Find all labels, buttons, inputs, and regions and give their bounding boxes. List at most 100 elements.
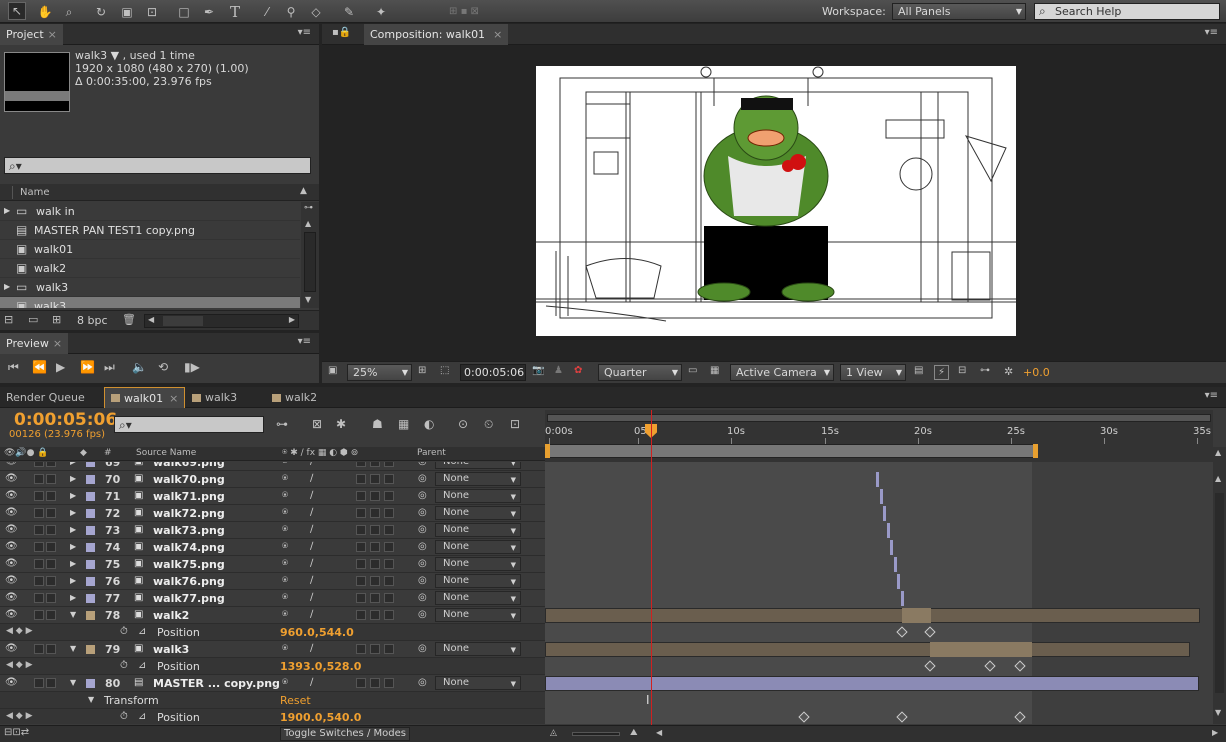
layer-duration-bar[interactable]: [545, 608, 1200, 623]
shy-switch-icon[interactable]: ⍟: [282, 541, 288, 552]
twirl-closed-icon[interactable]: ▶: [70, 593, 76, 602]
toggle-switches-modes-button[interactable]: Toggle Switches / Modes: [280, 727, 410, 741]
live-update-icon[interactable]: ⊠: [312, 418, 322, 430]
layer-duration-bar[interactable]: [890, 540, 893, 555]
layer-row[interactable]: 👁 ▶ 73 ▣ walk73.png ⍟ ∕ ◎ None: [0, 522, 545, 539]
layer-row[interactable]: 👁 ▶ 76 ▣ walk76.png ⍟ ∕ ◎ None: [0, 573, 545, 590]
lock-switch[interactable]: [46, 644, 56, 654]
layer-name[interactable]: walk70.png: [153, 473, 225, 486]
lock-switch[interactable]: [46, 474, 56, 484]
quality-switch-icon[interactable]: ∕: [310, 473, 313, 484]
column-source-name[interactable]: Source Name: [136, 448, 196, 458]
mask-visibility-icon[interactable]: ⬚: [440, 366, 449, 376]
project-item[interactable]: ▣ walk2: [0, 259, 300, 278]
scroll-left-icon[interactable]: ◀: [148, 316, 154, 324]
effect-switch[interactable]: [356, 559, 366, 569]
region-of-interest-icon[interactable]: ▭: [688, 366, 697, 376]
eye-icon[interactable]: 👁: [5, 643, 18, 654]
lock-switch[interactable]: [46, 491, 56, 501]
frame-blend-switch[interactable]: [370, 542, 380, 552]
lock-switch[interactable]: [46, 678, 56, 688]
parent-dropdown[interactable]: None: [435, 642, 521, 656]
trash-icon[interactable]: 🗑: [122, 314, 136, 325]
lock-switch[interactable]: [46, 593, 56, 603]
quality-switch-icon[interactable]: ∕: [310, 507, 313, 518]
quality-switch-icon[interactable]: ∕: [310, 677, 313, 688]
always-preview-icon[interactable]: ▣: [328, 366, 337, 376]
label-color-swatch[interactable]: [86, 462, 95, 467]
motion-blur-switch[interactable]: [384, 508, 394, 518]
property-value[interactable]: 960.0,544.0: [280, 626, 354, 639]
timeline-icon[interactable]: ⊟: [958, 366, 966, 376]
parent-dropdown[interactable]: None: [435, 489, 521, 503]
shy-switch-icon[interactable]: ⍟: [282, 575, 288, 586]
label-color-swatch[interactable]: [86, 679, 95, 688]
label-color-swatch[interactable]: [86, 577, 95, 586]
layer-duration-bar[interactable]: [879, 489, 883, 504]
quality-switch-icon[interactable]: ∕: [310, 592, 313, 603]
shy-switch-icon[interactable]: ⍟: [282, 507, 288, 518]
rotation-tool-icon[interactable]: ↻: [92, 3, 110, 21]
layer-duration-bar[interactable]: [545, 676, 1199, 691]
property-row[interactable]: ◀ ◆ ▶ ⏱ ⊿ Position 1393.0,528.0: [0, 658, 545, 675]
column-parent[interactable]: Parent: [417, 448, 446, 458]
project-hscrollbar[interactable]: ◀ ▶: [144, 314, 299, 328]
shy-switch-icon[interactable]: ⍟: [282, 473, 288, 484]
twirl-closed-icon[interactable]: ▶: [70, 559, 76, 568]
next-frame-icon[interactable]: ⏩: [80, 361, 95, 373]
scroll-up-icon[interactable]: ▲: [1215, 449, 1221, 457]
panel-menu-icon[interactable]: ▾≡: [298, 337, 311, 347]
previous-frame-icon[interactable]: ⏪: [32, 361, 47, 373]
property-value[interactable]: 1393.0,528.0: [280, 660, 361, 673]
frame-blending-icon[interactable]: ▦: [398, 418, 409, 430]
lock-switch[interactable]: [46, 542, 56, 552]
layer-row[interactable]: 👁 ▶ 77 ▣ walk77.png ⍟ ∕ ◎ None: [0, 590, 545, 607]
layer-selected-segment[interactable]: [902, 608, 931, 623]
camera-tool-icon[interactable]: ▣: [118, 3, 136, 21]
parent-dropdown[interactable]: None: [435, 574, 521, 588]
view-layout-dropdown[interactable]: 1 View ▼: [840, 364, 906, 381]
solo-switch[interactable]: [34, 525, 44, 535]
effect-switch[interactable]: [356, 491, 366, 501]
playhead-line[interactable]: [651, 410, 652, 728]
scroll-left-icon[interactable]: ◀: [656, 729, 662, 737]
column-name[interactable]: Name: [20, 187, 50, 198]
label-color-swatch[interactable]: [86, 509, 95, 518]
close-icon[interactable]: ×: [48, 28, 57, 41]
quality-switch-icon[interactable]: ∕: [310, 462, 313, 467]
toggle-pixel-aspect-icon[interactable]: ▤: [914, 366, 923, 376]
frame-blend-switch[interactable]: [370, 491, 380, 501]
shy-switch-icon[interactable]: ⍟: [282, 592, 288, 603]
pickwhip-icon[interactable]: ◎: [418, 524, 427, 535]
shy-switch-icon[interactable]: ⍟: [282, 490, 288, 501]
layer-row[interactable]: 👁 ▶ 75 ▣ walk75.png ⍟ ∕ ◎ None: [0, 556, 545, 573]
interpret-footage-icon[interactable]: ⊟: [4, 314, 13, 325]
layer-row[interactable]: 👁 ▶ 74 ▣ walk74.png ⍟ ∕ ◎ None: [0, 539, 545, 556]
panel-menu-icon[interactable]: ▾≡: [298, 28, 311, 38]
project-item[interactable]: ▶ ▭ walk3: [0, 278, 300, 297]
eye-icon[interactable]: 👁: [5, 462, 18, 467]
lock-icon[interactable]: ▪🔒: [332, 28, 351, 38]
project-item[interactable]: ▣ walk3: [0, 297, 300, 308]
stopwatch-icon[interactable]: ⏱: [120, 626, 128, 637]
effect-switch[interactable]: [356, 678, 366, 688]
motion-blur-switch[interactable]: [384, 644, 394, 654]
scroll-up-icon[interactable]: ▲: [305, 220, 311, 228]
label-color-swatch[interactable]: [86, 560, 95, 569]
tab-walk3[interactable]: walk3: [186, 387, 243, 408]
parent-dropdown[interactable]: None: [435, 557, 521, 571]
expand-triangle-icon[interactable]: ▶: [4, 206, 10, 215]
expand-triangle-icon[interactable]: ▶: [4, 282, 10, 291]
quality-switch-icon[interactable]: ∕: [310, 490, 313, 501]
property-row[interactable]: ◀ ◆ ▶ ⏱ ⊿ Position 1900.0,540.0: [0, 709, 545, 724]
motion-blur-switch[interactable]: [384, 491, 394, 501]
pickwhip-icon[interactable]: ◎: [418, 677, 427, 688]
parent-dropdown[interactable]: None: [435, 506, 521, 520]
brush-tool-icon[interactable]: ⁄: [258, 3, 276, 21]
motion-blur-switch[interactable]: [384, 610, 394, 620]
solo-switch[interactable]: [34, 576, 44, 586]
twirl-closed-icon[interactable]: ▶: [70, 525, 76, 534]
label-color-swatch[interactable]: [86, 594, 95, 603]
solo-switch[interactable]: [34, 559, 44, 569]
draft-3d-icon[interactable]: ✱: [336, 418, 346, 430]
